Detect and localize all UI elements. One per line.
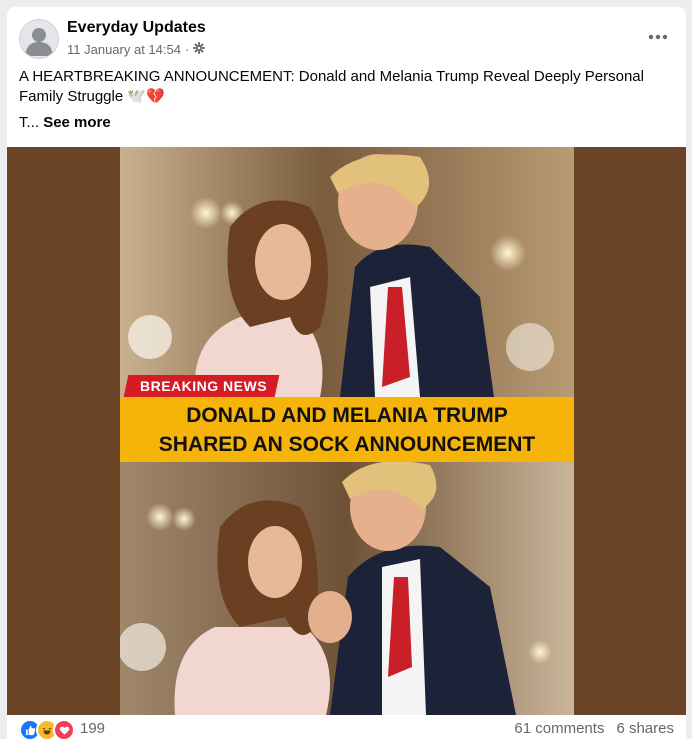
see-more-link[interactable]: See more bbox=[43, 114, 111, 131]
profile-avatar[interactable] bbox=[19, 19, 59, 59]
meta-separator: · bbox=[184, 42, 190, 57]
more-options-button[interactable] bbox=[642, 23, 674, 51]
post-timestamp[interactable]: 11 January at 14:54 bbox=[67, 42, 181, 57]
gear-icon[interactable] bbox=[193, 42, 205, 57]
headline-banner: DONALD AND MELANIA TRUMP SHARED AN SOCK … bbox=[120, 397, 574, 462]
reaction-count[interactable]: 199 bbox=[80, 720, 105, 737]
truncated-text: T... bbox=[19, 114, 40, 131]
default-avatar-icon bbox=[25, 28, 53, 56]
post-meta: 11 January at 14:54 · bbox=[67, 42, 205, 57]
comments-count-link[interactable]: 61 comments bbox=[514, 720, 604, 737]
post-header: Everyday Updates 11 January at 14:54 · bbox=[7, 7, 686, 69]
headline-line-1: DONALD AND MELANIA TRUMP bbox=[186, 404, 508, 427]
reaction-icons[interactable] bbox=[19, 719, 75, 739]
reactions-bar: 199 61 comments 6 shares bbox=[7, 715, 686, 739]
post-card: Everyday Updates 11 January at 14:54 · A… bbox=[7, 7, 686, 739]
shares-count-link[interactable]: 6 shares bbox=[616, 720, 674, 737]
news-graphic[interactable]: BREAKING NEWS DONALD AND MELANIA TRUMP S… bbox=[120, 147, 574, 715]
more-options-icon bbox=[648, 34, 668, 40]
truncated-text-line: T... See more bbox=[19, 114, 111, 131]
headline-line-2: SHARED AN SOCK ANNOUNCEMENT bbox=[158, 433, 536, 456]
post-text: A HEARTBREAKING ANNOUNCEMENT: Donald and… bbox=[19, 68, 644, 105]
breaking-news-tag: BREAKING NEWS bbox=[123, 375, 280, 397]
post-image[interactable]: BREAKING NEWS DONALD AND MELANIA TRUMP S… bbox=[7, 147, 686, 715]
love-icon bbox=[53, 719, 75, 739]
author-name[interactable]: Everyday Updates bbox=[67, 19, 206, 37]
engagement-stats: 61 comments 6 shares bbox=[514, 720, 674, 737]
